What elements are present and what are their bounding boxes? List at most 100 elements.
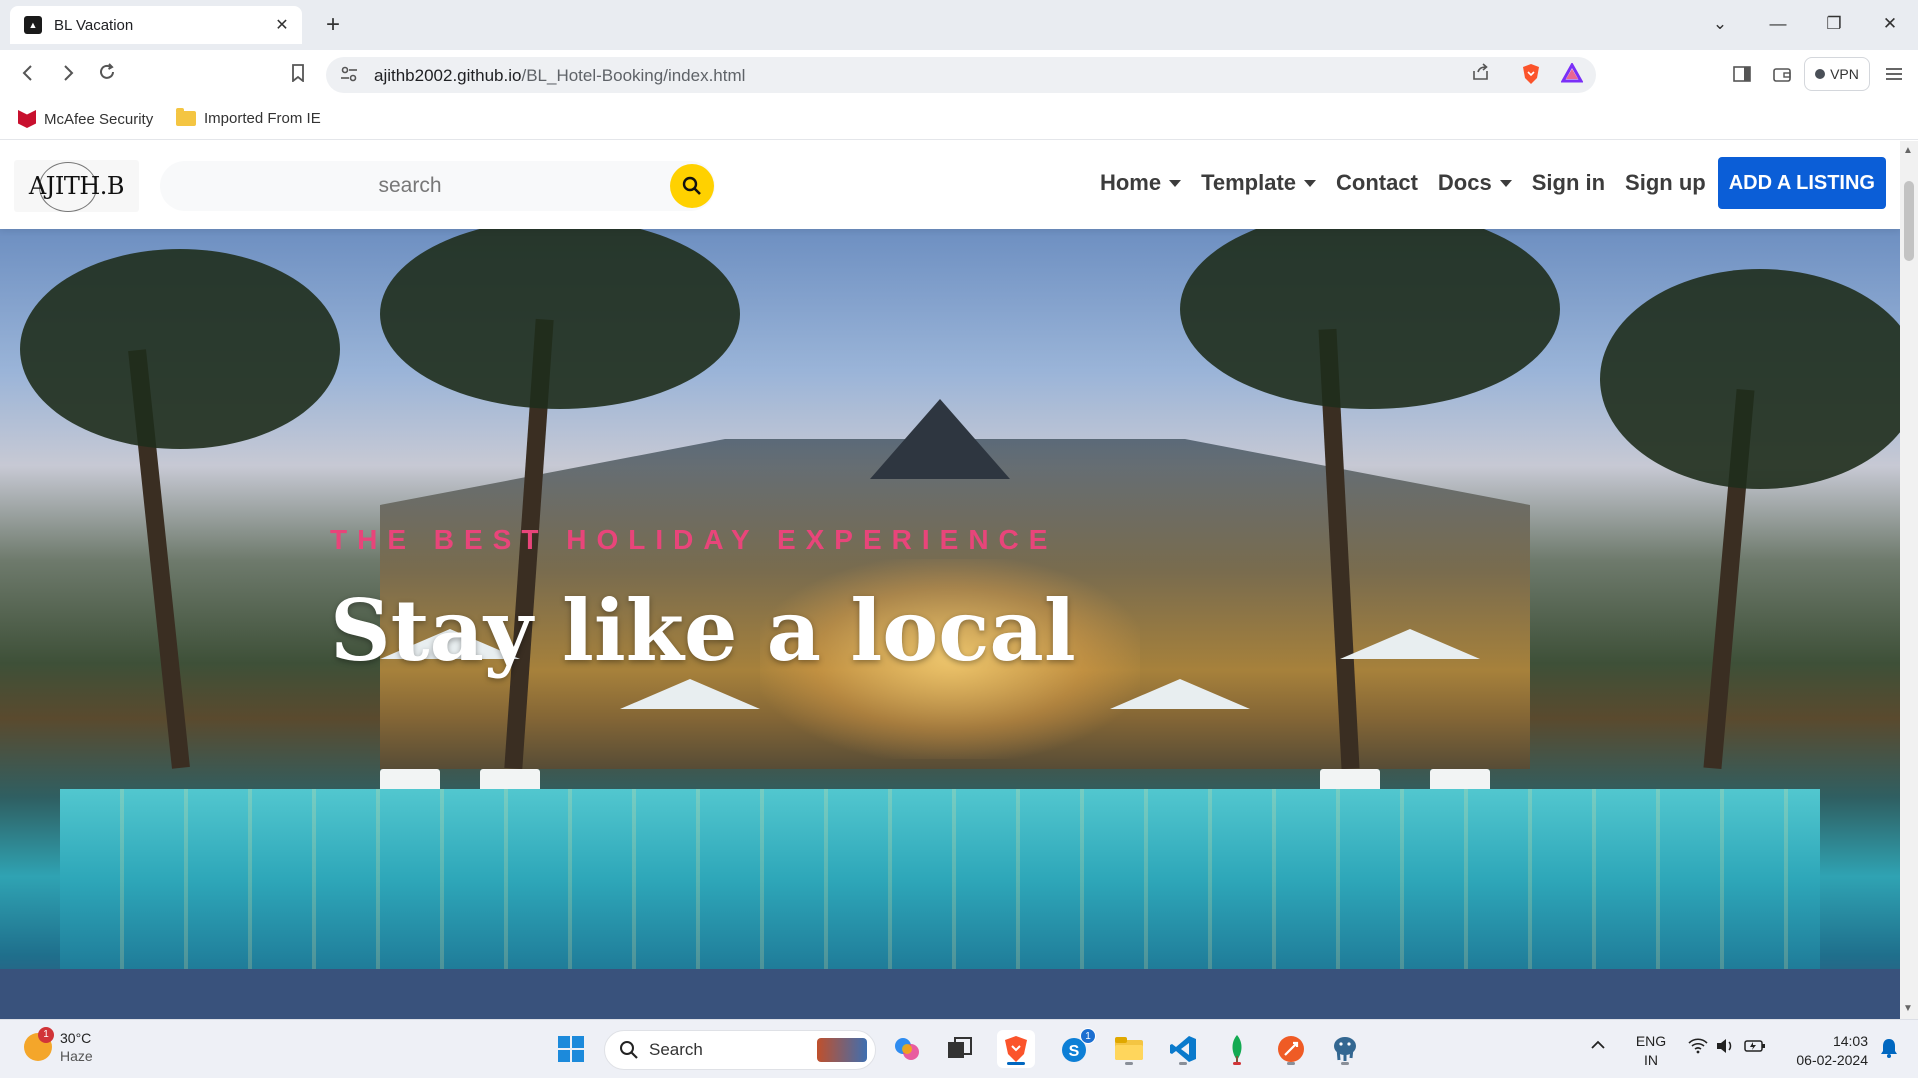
file-explorer-icon[interactable]: [1110, 1030, 1148, 1068]
notification-bell-icon[interactable]: [1880, 1038, 1898, 1061]
taskbar-search-label: Search: [649, 1040, 703, 1059]
site-settings-icon[interactable]: [340, 66, 358, 86]
wifi-icon[interactable]: [1688, 1038, 1708, 1057]
browser-toolbar: ajithb2002.github.io/BL_Hotel-Booking/in…: [0, 50, 1918, 100]
haze-weather-icon: 1: [24, 1027, 54, 1061]
svg-text:S: S: [1069, 1043, 1080, 1060]
open-app-indicator: [1233, 1062, 1241, 1065]
search-input[interactable]: [160, 161, 660, 211]
site-favicon-icon: ▲: [24, 16, 42, 34]
postgresql-icon[interactable]: [1326, 1030, 1364, 1068]
mcafee-icon: [18, 110, 36, 128]
scrollbar-thumb[interactable]: [1904, 181, 1914, 261]
open-app-indicator: [1287, 1062, 1295, 1065]
minimize-button[interactable]: —: [1758, 6, 1798, 42]
site-logo[interactable]: AJITH.B: [14, 160, 139, 212]
mongodb-compass-icon[interactable]: [1218, 1030, 1256, 1068]
task-view-icon[interactable]: [941, 1030, 979, 1068]
forward-arrow-icon[interactable]: [54, 62, 82, 90]
tab-list-chevron-icon[interactable]: ⌄: [1700, 6, 1740, 42]
logo-text: AJITH.B: [28, 162, 125, 212]
brave-shield-icon[interactable]: [1518, 63, 1544, 87]
address-bar[interactable]: ajithb2002.github.io/BL_Hotel-Booking/in…: [326, 57, 1596, 93]
page-scrollbar[interactable]: ▲ ▼: [1900, 141, 1918, 1019]
volume-icon[interactable]: [1716, 1038, 1736, 1057]
vpn-label: VPN: [1830, 66, 1859, 82]
restore-button[interactable]: ❐: [1814, 6, 1854, 42]
show-hidden-icons-chevron-icon[interactable]: [1590, 1037, 1606, 1053]
site-search: [160, 161, 715, 211]
skype-icon[interactable]: S 1: [1056, 1028, 1096, 1068]
skype-notification-badge: 1: [1080, 1028, 1096, 1044]
nav-docs[interactable]: Docs: [1438, 170, 1512, 196]
vpn-status-icon: [1815, 69, 1826, 79]
add-listing-button[interactable]: ADD A LISTING: [1717, 157, 1886, 209]
open-app-indicator: [1179, 1062, 1187, 1065]
system-clock[interactable]: 14:03 06-02-2024: [1788, 1032, 1868, 1070]
bookmark-icon[interactable]: [284, 62, 312, 90]
open-app-indicator: [1341, 1062, 1349, 1065]
nav-template[interactable]: Template: [1201, 170, 1317, 196]
weather-widget[interactable]: 1 30°C Haze: [24, 1027, 93, 1065]
tab-title: BL Vacation: [54, 16, 134, 34]
back-arrow-icon[interactable]: [14, 62, 42, 90]
wallet-icon[interactable]: [1768, 62, 1796, 90]
browser-tab-strip: ▲ BL Vacation ✕ + ⌄ — ❐ ✕: [0, 0, 1918, 50]
hero-subtitle: THE BEST HOLIDAY EXPERIENCE: [330, 524, 1058, 555]
hero-title: Stay like a local: [330, 581, 1076, 680]
bookmark-imported-from-ie[interactable]: Imported From IE: [176, 108, 321, 127]
search-button[interactable]: [670, 164, 714, 208]
nav-signup[interactable]: Sign up: [1625, 170, 1706, 196]
url-path: /BL_Hotel-Booking/index.html: [521, 66, 746, 85]
weather-notification-badge: 1: [38, 1027, 54, 1043]
lang-code: ENG: [1635, 1033, 1667, 1049]
lang-region: IN: [1644, 1052, 1658, 1068]
new-tab-button[interactable]: +: [318, 10, 348, 40]
postman-icon[interactable]: [1272, 1030, 1310, 1068]
bookmark-label: Imported From IE: [204, 110, 321, 127]
copilot-icon[interactable]: [888, 1030, 926, 1068]
browser-tab[interactable]: ▲ BL Vacation ✕: [10, 6, 302, 44]
site-navbar: AJITH.B Home Template Contact Docs Sign …: [0, 141, 1900, 229]
taskbar: 1 30°C Haze Search S 1 ENG IN 14:03 06-0…: [0, 1019, 1918, 1078]
url-text[interactable]: ajithb2002.github.io/BL_Hotel-Booking/in…: [374, 66, 745, 86]
close-tab-icon[interactable]: ✕: [272, 15, 292, 35]
nav-contact[interactable]: Contact: [1336, 170, 1418, 196]
hero-section: THE BEST HOLIDAY EXPERIENCE Stay like a …: [0, 229, 1900, 1019]
search-icon: [620, 1041, 638, 1059]
sidebar-toggle-icon[interactable]: [1728, 62, 1756, 90]
input-language-indicator[interactable]: ENG IN: [1634, 1032, 1668, 1070]
nav-home-label: Home: [1099, 170, 1162, 195]
brave-rewards-icon[interactable]: [1559, 61, 1585, 87]
nav-home[interactable]: Home: [1099, 170, 1182, 196]
caret-down-icon: [1499, 179, 1512, 187]
url-host: ajithb2002.github.io: [374, 66, 522, 85]
active-app-indicator: [1007, 1062, 1025, 1065]
battery-icon[interactable]: [1744, 1038, 1766, 1057]
clock-date: 06-02-2024: [1796, 1052, 1868, 1068]
page-viewport: AJITH.B Home Template Contact Docs Sign …: [0, 141, 1900, 1019]
search-icon: [682, 176, 701, 195]
folder-icon: [176, 108, 196, 126]
windows-start-icon[interactable]: [552, 1030, 590, 1068]
menu-icon[interactable]: [1880, 62, 1908, 90]
nav-template-label: Template: [1201, 170, 1297, 195]
scroll-up-arrow-icon[interactable]: ▲: [1903, 145, 1913, 156]
bookmark-mcafee[interactable]: McAfee Security: [18, 110, 153, 128]
vscode-icon[interactable]: [1164, 1030, 1202, 1068]
nav-links: Home Template Contact Docs Sign in Sign …: [1080, 157, 1886, 209]
brave-browser-icon[interactable]: [997, 1030, 1035, 1068]
weather-condition: Haze: [60, 1048, 93, 1064]
bookmark-label: McAfee Security: [44, 110, 154, 128]
nav-signin[interactable]: Sign in: [1532, 170, 1605, 196]
reload-icon[interactable]: [93, 62, 121, 90]
open-app-indicator: [1125, 1062, 1133, 1065]
vpn-button[interactable]: VPN: [1804, 57, 1870, 91]
taskbar-search[interactable]: Search: [604, 1030, 876, 1070]
scroll-down-arrow-icon[interactable]: ▼: [1903, 1003, 1913, 1014]
caret-down-icon: [1304, 179, 1317, 187]
caret-down-icon: [1169, 179, 1182, 187]
share-icon[interactable]: [1468, 63, 1494, 87]
search-highlight-icon: [817, 1038, 867, 1062]
close-window-button[interactable]: ✕: [1870, 6, 1910, 42]
